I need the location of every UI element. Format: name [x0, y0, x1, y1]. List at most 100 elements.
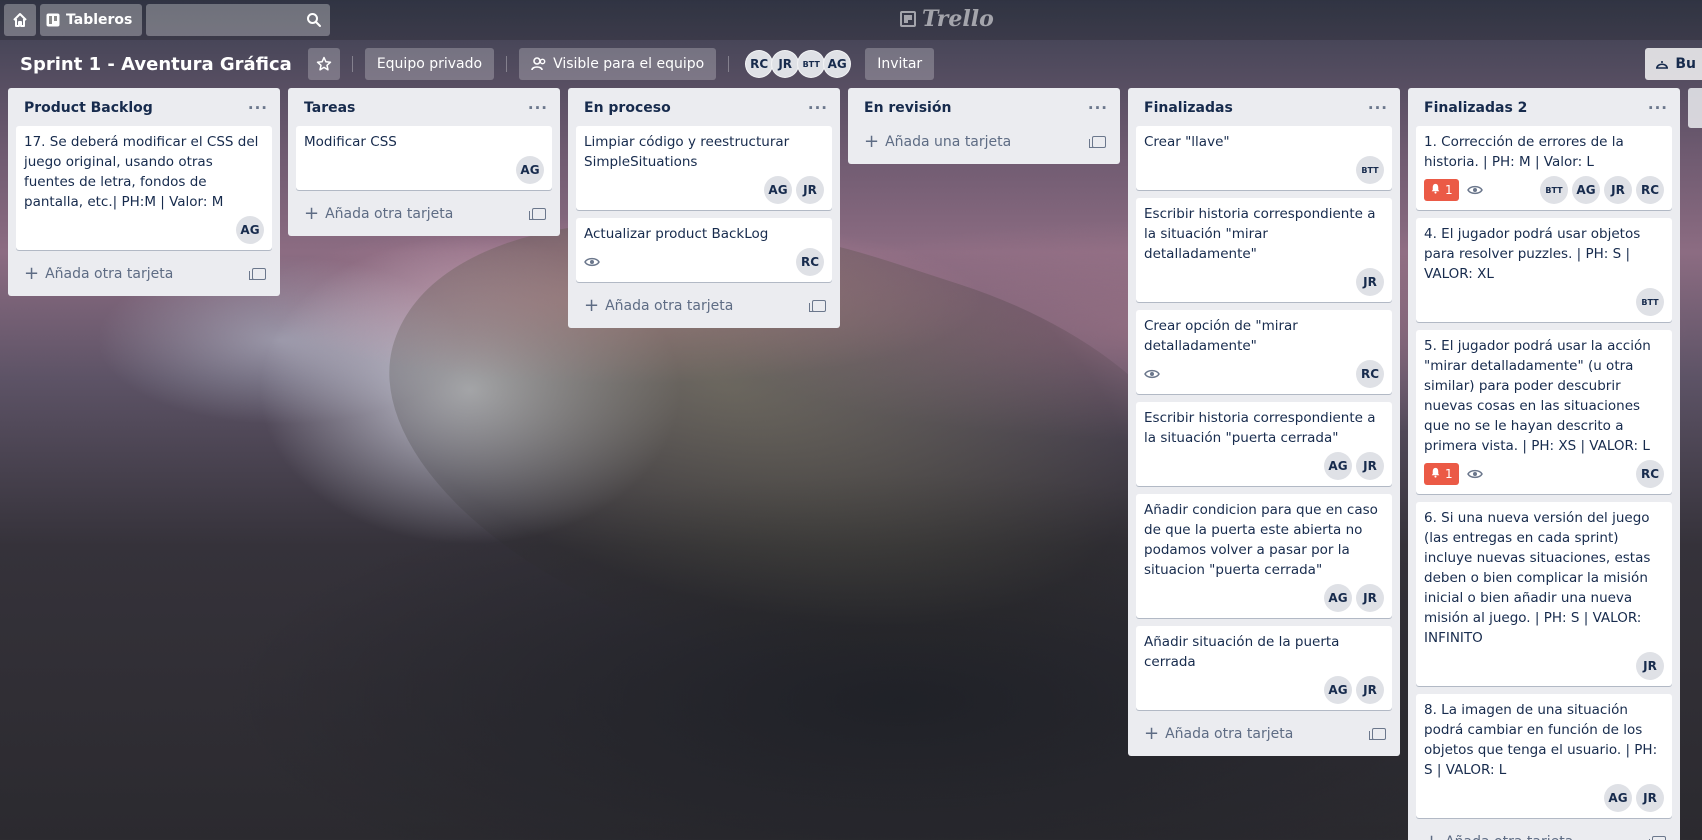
- card[interactable]: Crear opción de "mirar detalladamente" RC: [1136, 310, 1392, 394]
- add-card-button[interactable]: + Añada una tarjeta: [848, 126, 1120, 162]
- member-avatar[interactable]: BTT: [797, 50, 826, 78]
- butler-button[interactable]: Bu: [1645, 48, 1702, 80]
- card[interactable]: 5. El jugador podrá usar la acción "mira…: [1416, 330, 1672, 494]
- card[interactable]: Actualizar product BackLog RC: [576, 218, 832, 282]
- add-card-button[interactable]: + Añada otra tarjeta: [288, 198, 560, 234]
- boards-label: Tableros: [66, 12, 133, 28]
- member-avatar[interactable]: AG: [516, 156, 544, 184]
- home-button[interactable]: [4, 4, 36, 36]
- member-avatar[interactable]: JR: [1356, 452, 1384, 480]
- list-title[interactable]: Product Backlog: [24, 100, 153, 116]
- card-title: Escribir historia correspondiente a la s…: [1144, 410, 1376, 446]
- header-divider: [351, 56, 353, 72]
- card-members: RC: [796, 248, 824, 276]
- member-avatar[interactable]: AG: [1324, 452, 1352, 480]
- card-template-icon[interactable]: [1089, 136, 1106, 148]
- list-title[interactable]: En proceso: [584, 100, 671, 116]
- card-title: 4. El jugador podrá usar objetos para re…: [1424, 226, 1641, 282]
- member-avatar[interactable]: JR: [1356, 268, 1384, 296]
- member-avatar[interactable]: AG: [1572, 176, 1600, 204]
- member-avatar[interactable]: RC: [745, 50, 774, 78]
- card-members: RC: [1636, 460, 1664, 488]
- star-button[interactable]: [307, 48, 340, 80]
- card-template-icon[interactable]: [529, 208, 546, 220]
- card[interactable]: 1. Corrección de errores de la historia.…: [1416, 126, 1672, 210]
- card[interactable]: Escribir historia correspondiente a la s…: [1136, 402, 1392, 486]
- member-avatar[interactable]: AG: [1324, 676, 1352, 704]
- member-avatar[interactable]: JR: [771, 50, 800, 78]
- team-button[interactable]: Equipo privado: [364, 48, 495, 80]
- add-card-button[interactable]: + Añada otra tarjeta: [568, 290, 840, 326]
- list-header: Product Backlog ···: [8, 88, 280, 126]
- team-visibility-icon: [531, 57, 546, 71]
- card-template-icon[interactable]: [249, 268, 266, 280]
- card-title: Añadir condicion para que en caso de que…: [1144, 502, 1378, 578]
- visibility-button[interactable]: Visible para el equipo: [519, 48, 717, 80]
- card-template-icon[interactable]: [1649, 836, 1666, 840]
- member-avatar[interactable]: JR: [1636, 784, 1664, 812]
- member-avatar[interactable]: AG: [823, 50, 852, 78]
- list-menu-icon[interactable]: ···: [1364, 99, 1392, 117]
- boards-button[interactable]: Tableros: [40, 4, 143, 36]
- trello-logo[interactable]: Trello: [900, 6, 994, 32]
- member-avatar[interactable]: RC: [1356, 360, 1384, 388]
- member-avatar[interactable]: JR: [1356, 584, 1384, 612]
- member-avatar[interactable]: AG: [1324, 584, 1352, 612]
- member-avatar[interactable]: JR: [796, 176, 824, 204]
- list-title[interactable]: En revisión: [864, 100, 951, 116]
- card[interactable]: Crear "llave" BTT: [1136, 126, 1392, 190]
- add-card-button[interactable]: + Añada otra tarjeta: [1408, 826, 1680, 840]
- card[interactable]: Limpiar código y reestructurar SimpleSit…: [576, 126, 832, 210]
- invite-button[interactable]: Invitar: [865, 48, 935, 80]
- member-avatar[interactable]: JR: [1636, 652, 1664, 680]
- card[interactable]: Añadir condicion para que en caso de que…: [1136, 494, 1392, 618]
- list-menu-icon[interactable]: ···: [244, 99, 272, 117]
- card[interactable]: Añadir situación de la puerta cerrada AG J…: [1136, 626, 1392, 710]
- card-list: Crear "llave" BTT Escribir historia corres…: [1128, 126, 1400, 710]
- list-menu-icon[interactable]: ···: [1084, 99, 1112, 117]
- card[interactable]: Modificar CSS AG: [296, 126, 552, 190]
- list-title[interactable]: Finalizadas: [1144, 100, 1233, 116]
- member-avatar[interactable]: RC: [1636, 460, 1664, 488]
- card-footer: BTT: [1144, 156, 1384, 184]
- member-avatar[interactable]: JR: [1604, 176, 1632, 204]
- member-avatar[interactable]: RC: [796, 248, 824, 276]
- member-avatar[interactable]: JR: [1356, 676, 1384, 704]
- board-title[interactable]: Sprint 1 - Aventura Gráfica: [12, 54, 300, 75]
- card-members: AG: [516, 156, 544, 184]
- card-title: Modificar CSS: [304, 134, 397, 150]
- card[interactable]: Escribir historia correspondiente a la s…: [1136, 198, 1392, 302]
- card-footer: RC: [1144, 360, 1384, 388]
- header-divider: [728, 56, 730, 72]
- card-footer: 1 BTT AG JR RC: [1424, 176, 1664, 204]
- list-menu-icon[interactable]: ···: [804, 99, 832, 117]
- add-card-label: Añada otra tarjeta: [45, 266, 174, 282]
- card[interactable]: 6. Si una nueva versión del juego (las e…: [1416, 502, 1672, 686]
- add-card-label-wrap: + Añada otra tarjeta: [16, 265, 173, 283]
- card[interactable]: 17. Se deberá modificar el CSS del juego…: [16, 126, 272, 250]
- card[interactable]: 4. El jugador podrá usar objetos para re…: [1416, 218, 1672, 322]
- add-card-label-wrap: + Añada otra tarjeta: [1416, 833, 1573, 840]
- add-card-button[interactable]: + Añada otra tarjeta: [1128, 718, 1400, 754]
- search-input[interactable]: [146, 4, 331, 36]
- member-avatar[interactable]: AG: [236, 216, 264, 244]
- notification-badge: 1: [1424, 179, 1459, 201]
- member-avatar[interactable]: BTT: [1356, 156, 1384, 184]
- card-template-icon[interactable]: [809, 300, 826, 312]
- plus-icon: +: [864, 131, 880, 152]
- member-avatar[interactable]: BTT: [1540, 176, 1568, 204]
- list-menu-icon[interactable]: ···: [524, 99, 552, 117]
- card-template-icon[interactable]: [1369, 728, 1386, 740]
- plus-icon: +: [1424, 833, 1439, 840]
- list-title[interactable]: Finalizadas 2: [1424, 100, 1527, 116]
- member-avatar[interactable]: AG: [1604, 784, 1632, 812]
- list-title[interactable]: Tareas: [304, 100, 355, 116]
- member-avatar[interactable]: BTT: [1636, 288, 1664, 316]
- add-card-button[interactable]: + Añada otra tarjeta: [8, 258, 280, 294]
- member-avatar[interactable]: AG: [764, 176, 792, 204]
- list-menu-icon[interactable]: ···: [1644, 99, 1672, 117]
- card-footer: BTT: [1424, 288, 1664, 316]
- card[interactable]: 8. La imagen de una situación podrá camb…: [1416, 694, 1672, 818]
- member-avatar[interactable]: RC: [1636, 176, 1664, 204]
- add-card-label-wrap: + Añada otra tarjeta: [296, 205, 453, 223]
